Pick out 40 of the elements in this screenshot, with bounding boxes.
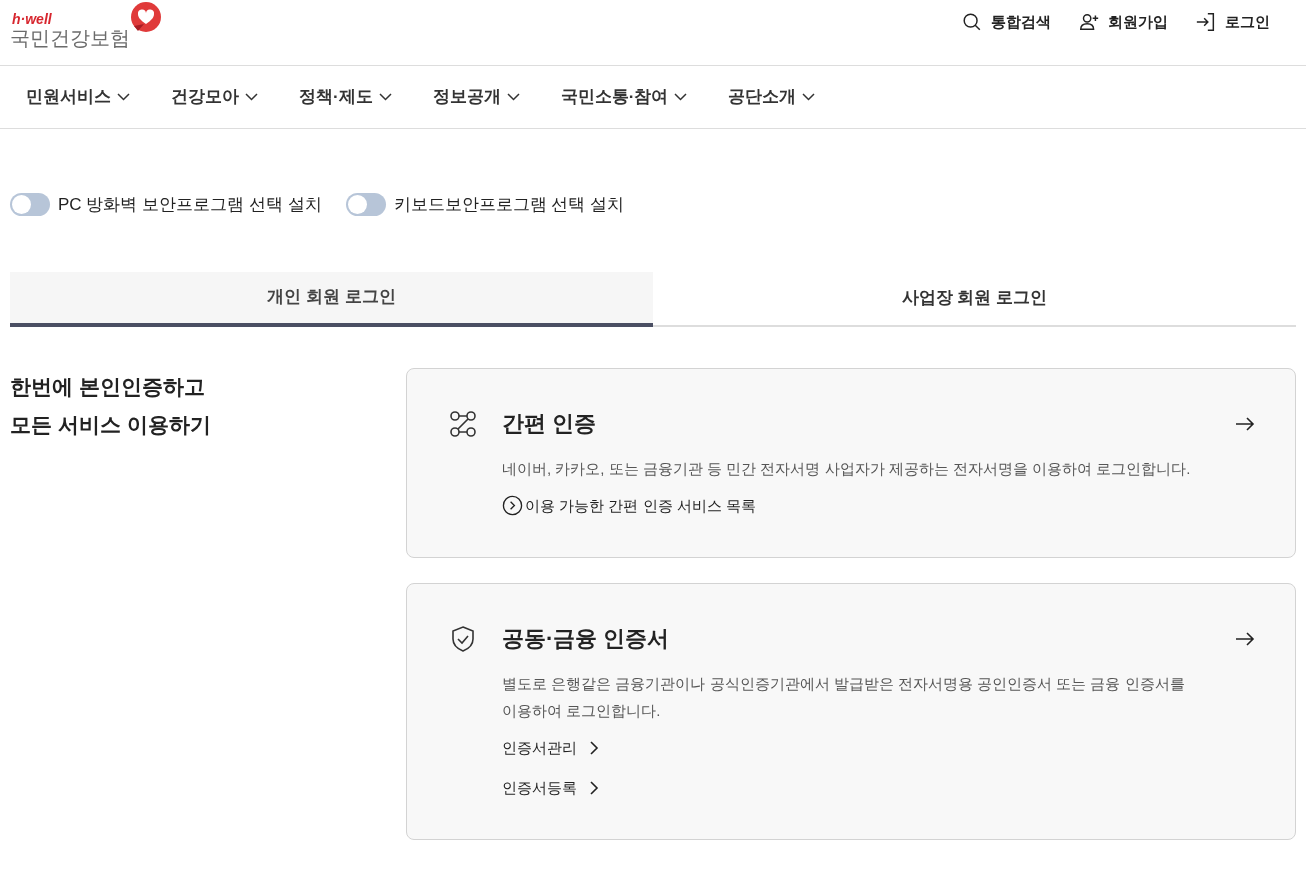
chevron-down-icon — [245, 93, 258, 101]
nav-menu-item[interactable]: 민원서비스 — [26, 84, 130, 110]
arrow-right-icon — [1235, 416, 1255, 431]
logo-tagline: h·well — [11, 12, 53, 26]
nav-menu-item[interactable]: 정책·제도 — [299, 84, 392, 110]
chevron-down-icon — [506, 93, 520, 101]
toggle-label: 키보드보안프로그램 선택 설치 — [393, 194, 624, 216]
chevron-down-icon — [674, 93, 688, 101]
nav-menu-item[interactable]: 국민소통·참여 — [560, 84, 688, 110]
chevron-down-icon — [117, 93, 130, 101]
login-option-card[interactable]: 간편 인증 네이버, 카카오, 또는 금융기관 등 민간 전자서명 사업자가 제공하는 전자서명을 이용하여 로그인합니다. 이용 가능한 간편 인증 서비스 목록 — [406, 367, 1296, 558]
logo-name: 국민건강보험 — [10, 26, 130, 50]
arrow-right-icon — [1235, 632, 1255, 646]
certificate-link[interactable]: 인증서관리 — [502, 737, 1255, 760]
headline-text: 모든 서비스 이용하기 — [10, 411, 212, 438]
toggle-switch[interactable] — [345, 193, 386, 217]
toggle-label: PC 방화벽 보안프로그램 선택 설치 — [58, 194, 322, 216]
login-icon — [1195, 11, 1217, 34]
utility-link[interactable]: 통합검색 — [961, 11, 1051, 34]
toggle-switch[interactable] — [10, 193, 50, 217]
utility-link[interactable]: 로그인 — [1195, 11, 1270, 34]
card-title: 간편 인증 — [502, 409, 597, 438]
chevron-right-icon — [589, 741, 599, 756]
card-description: 별도로 은행같은 금융기관이나 공식인증기관에서 발급받은 전자서명용 공인인증서 또는 금융 인증서를 이용하여 로그인합니다. — [502, 674, 1186, 721]
nav-menu-item[interactable]: 공단소개 — [728, 84, 816, 110]
login-tab[interactable]: 개인 회원 로그인 — [10, 271, 653, 327]
service-list-link[interactable]: 이용 가능한 간편 인증 서비스 목록 — [502, 494, 1255, 517]
utility-link[interactable]: 회원가입 — [1078, 11, 1168, 34]
chevron-circle-icon — [502, 495, 523, 517]
login-option-card[interactable]: 공동·금융 인증서 별도로 은행같은 금융기관이나 공식인증기관에서 발급받은 전자서명용 공인인증서 또는 금융 인증서를 이용하여 로그인합니다. 인증서관리 인증서등록 — [406, 583, 1296, 840]
card-title: 공동·금융 인증서 — [502, 625, 670, 653]
chevron-down-icon — [802, 93, 816, 101]
nav-menu-item[interactable]: 정보공개 — [432, 84, 520, 110]
headline-text: 한번에 본인인증하고 — [10, 373, 206, 400]
certificate-link[interactable]: 인증서등록 — [502, 776, 1255, 799]
nav-menu-item[interactable]: 건강모아 — [171, 84, 258, 110]
card-description: 네이버, 카카오, 또는 금융기관 등 민간 전자서명 사업자가 제공하는 전자서명을 이용하여 로그인합니다. — [502, 458, 1192, 479]
chevron-down-icon — [378, 93, 392, 101]
chevron-right-icon — [589, 780, 599, 795]
link-nodes-icon — [448, 408, 478, 439]
